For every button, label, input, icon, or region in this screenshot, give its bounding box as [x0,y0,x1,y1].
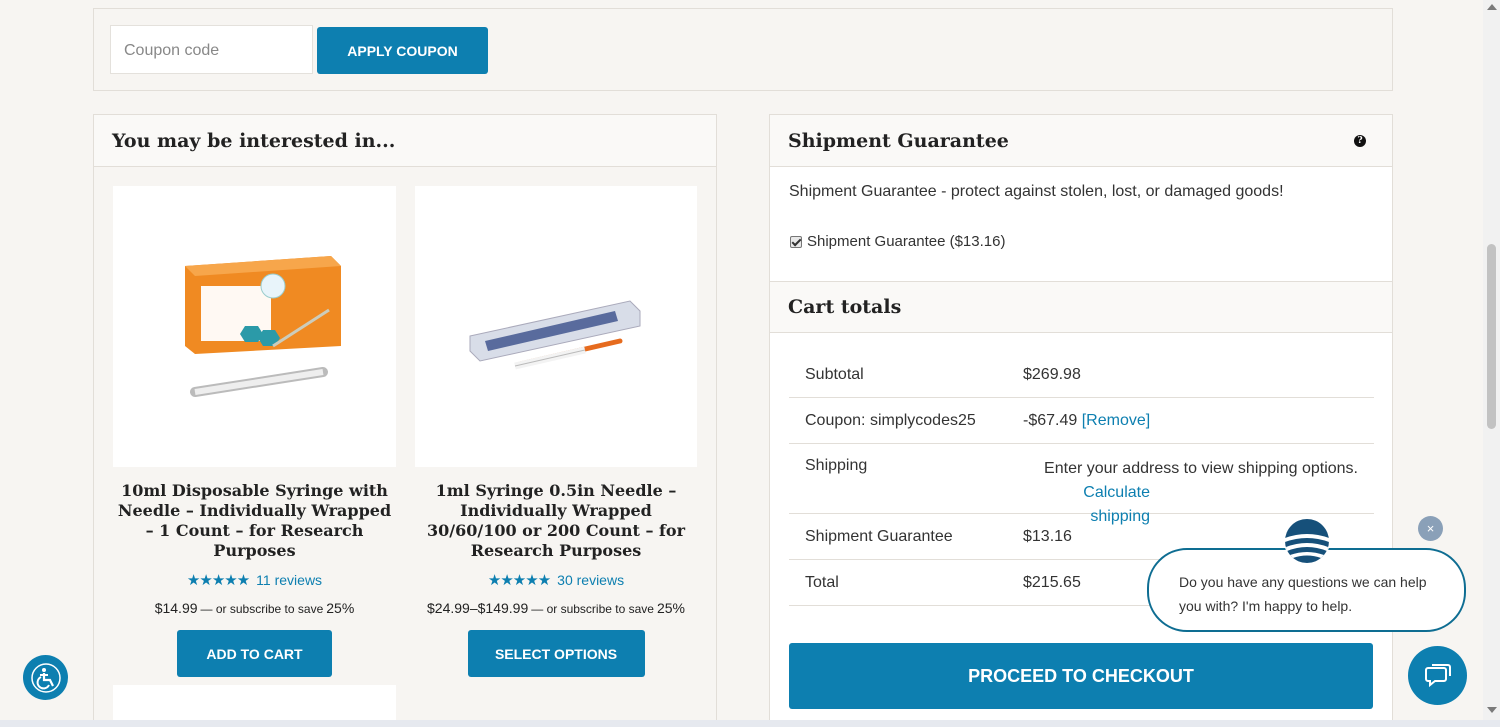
product-price: $14.99 — or subscribe to save 25% [113,600,396,616]
accessibility-icon[interactable] [23,655,68,700]
shipping-label: Shipping [805,457,868,474]
product-rating: ★★★★★ 30 reviews [415,571,697,589]
subscribe-text: — or subscribe to save [200,602,324,616]
close-icon[interactable]: × [1418,516,1443,541]
shipment-guarantee-checkbox-label[interactable]: Shipment Guarantee ($13.16) [807,233,1005,250]
horizontal-scrollbar[interactable] [0,720,1500,727]
checkbox-checked-icon[interactable] [790,235,802,248]
cart-totals-title: Cart totals [770,281,1392,333]
chat-greeting-text: Do you have any questions we can help yo… [1179,574,1427,614]
star-rating-icon: ★★★★★ [186,572,250,589]
cart-collaterals-panel: Shipment Guarantee ? Shipment Guarantee … [769,114,1393,727]
proceed-to-checkout-button[interactable]: PROCEED TO CHECKOUT [789,643,1373,709]
shipment-guarantee-header: Shipment Guarantee ? [770,115,1392,167]
calculate-shipping-link[interactable]: Calculate shipping [1023,481,1150,529]
subscribe-discount: 25% [656,600,685,616]
apply-coupon-button[interactable]: APPLY COUPON [317,27,488,74]
table-row: Subtotal $269.98 [789,352,1374,398]
shipment-guarantee-title: Shipment Guarantee [788,129,1009,152]
select-options-button[interactable]: SELECT OPTIONS [467,630,645,677]
scroll-up-icon[interactable] [1487,4,1497,10]
subtotal-label: Subtotal [805,365,864,383]
product-price: $24.99–$149.99 — or subscribe to save 25… [415,600,697,616]
subscribe-discount: 25% [326,600,355,616]
product-name[interactable]: 1ml Syringe 0.5in Needle – Individually … [415,481,697,561]
table-row: Shipping Enter your address to view ship… [789,444,1374,525]
chat-agent-avatar [1284,518,1330,564]
subtotal-value: $269.98 [1023,365,1081,383]
chat-icon[interactable] [1408,646,1467,705]
product-card: 1ml Syringe 0.5in Needle – Individually … [415,186,697,677]
product-name[interactable]: 10ml Disposable Syringe with Needle – In… [113,481,396,561]
product-image-syringe-10ml[interactable] [113,186,396,467]
coupon-discount-value: -$67.49 [1023,411,1078,429]
star-rating-icon: ★★★★★ [487,572,551,589]
total-label: Total [805,573,839,591]
subscribe-text: — or subscribe to save [531,602,654,616]
scroll-down-icon[interactable] [1487,707,1497,713]
shipping-note: Enter your address to view shipping opti… [1044,460,1358,477]
product-card: 10ml Disposable Syringe with Needle – In… [113,186,396,677]
shipment-guarantee-description: Shipment Guarantee - protect against sto… [789,183,1284,200]
vertical-scrollbar[interactable] [1483,0,1500,727]
cross-sells-title: You may be interested in... [94,115,716,167]
shipping-value-cell: Enter your address to view shipping opti… [1023,457,1374,525]
shipment-guarantee-checkbox[interactable]: Shipment Guarantee ($13.16) [790,233,1005,250]
coupon-bar: Coupon code APPLY COUPON [93,8,1393,91]
price-value: $24.99–$149.99 [427,600,529,616]
remove-coupon-link[interactable]: [Remove] [1082,412,1150,429]
price-value: $14.99 [154,600,198,616]
product-image-syringe-1ml[interactable] [415,186,697,467]
coupon-code-input[interactable]: Coupon code [110,25,313,74]
coupon-label: Coupon: simplycodes25 [805,411,976,429]
reviews-link[interactable]: 11 reviews [256,572,322,588]
add-to-cart-button[interactable]: ADD TO CART [177,630,332,677]
scroll-thumb[interactable] [1487,244,1496,429]
guarantee-label: Shipment Guarantee [805,527,953,545]
reviews-link[interactable]: 30 reviews [557,572,624,588]
help-icon[interactable]: ? [1354,134,1366,147]
table-row: Coupon: simplycodes25 -$67.49 [Remove] [789,398,1374,444]
product-rating: ★★★★★ 11 reviews [113,571,396,589]
cross-sells-panel: You may be interested in... 10ml Disposa… [93,114,717,727]
coupon-value-cell: -$67.49 [Remove] [1023,412,1374,430]
